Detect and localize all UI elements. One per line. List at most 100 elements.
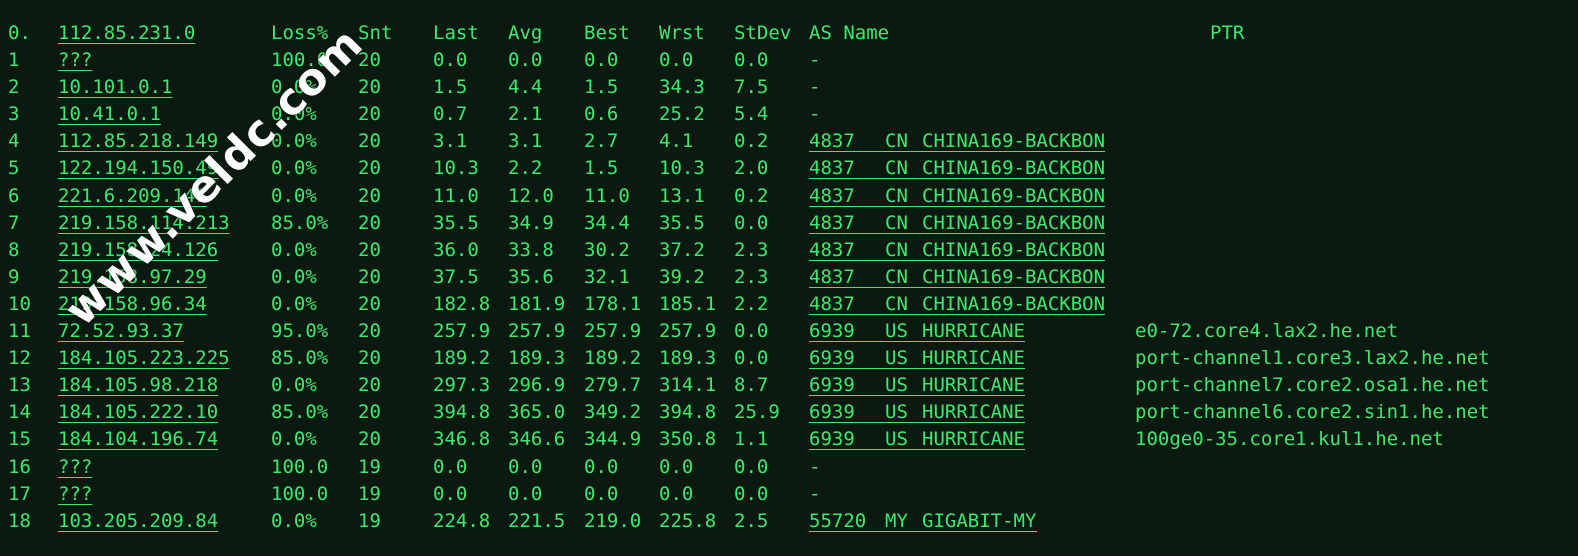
hop-host-link[interactable]: 184.104.196.74 xyxy=(58,426,218,453)
hop-as-link[interactable]: 6939 US HURRICANE xyxy=(809,345,1026,370)
hop-host-link[interactable]: 184.105.98.218 xyxy=(58,372,218,399)
hop-as-link[interactable]: 55720 MY GIGABIT-MY xyxy=(809,508,1037,532)
hop-as-link[interactable]: 4837 CN CHINA169-BACKBON xyxy=(809,183,1106,207)
hop-avg: 3.1 xyxy=(508,130,543,153)
hop-host-link[interactable]: 122.194.150.49 xyxy=(58,155,218,182)
hop-as-link[interactable]: 4837 CN CHINA169-BACKBON xyxy=(809,155,1106,180)
hop-wrst: 225.8 xyxy=(659,509,717,532)
hop-last: 297.3 xyxy=(433,374,491,397)
hop-wrst: 4.1 xyxy=(659,130,694,153)
hop-wrst: 35.5 xyxy=(659,211,705,234)
hop-host-link[interactable]: 10.41.0.1 xyxy=(58,101,161,128)
hop-stdev: 0.0 xyxy=(734,455,769,478)
hop-last: 0.7 xyxy=(433,103,468,126)
hop-ptr: port-channel7.core2.osa1.he.net xyxy=(1135,374,1490,397)
hop-host-link[interactable]: ??? xyxy=(58,454,92,481)
hop-as-name: GIGABIT-MY xyxy=(922,509,1037,532)
hop-stdev: 1.1 xyxy=(734,428,769,451)
hop-stdev: 0.0 xyxy=(734,347,769,370)
hop-country-code: CN xyxy=(885,238,908,261)
hop-as-link[interactable]: 6939 US HURRICANE xyxy=(809,318,1026,342)
hop-asn: 6939 xyxy=(809,347,855,370)
hop-index: 4 xyxy=(8,130,20,153)
hop-host-link[interactable]: 219.158.24.126 xyxy=(58,237,218,264)
hop-as-name: HURRICANE xyxy=(922,320,1025,342)
hop-index: 9 xyxy=(8,265,20,288)
hop-row: 15 184.104.196.74 0.0% 20 346.8 346.6 344.9 350… xyxy=(0,426,1578,453)
hop-host-link[interactable]: ??? xyxy=(58,481,92,508)
hop-last: 35.5 xyxy=(433,211,479,234)
hop-as-link[interactable]: 4837 CN CHINA169-BACKBON xyxy=(809,210,1106,234)
hop-last: 3.1 xyxy=(433,130,468,153)
hop-wrst: 25.2 xyxy=(659,103,705,126)
hop-wrst: 10.3 xyxy=(659,157,705,180)
hop-as-name: CHINA169-BACKBON xyxy=(922,292,1106,315)
hop-snt: 20 xyxy=(358,184,381,207)
hop-country-code: US xyxy=(885,347,908,370)
hop-last: 11.0 xyxy=(433,184,479,207)
hop-best: 30.2 xyxy=(584,238,630,261)
hop-host-link[interactable]: 103.205.209.84 xyxy=(58,508,218,535)
hop-asn: - xyxy=(809,76,821,99)
hop-host-link[interactable]: 10.101.0.1 xyxy=(58,74,172,101)
hop-snt: 20 xyxy=(358,347,381,370)
hop-host-link[interactable]: 184.105.223.225 xyxy=(58,345,230,372)
header-last: Last xyxy=(433,22,479,44)
hop-host-link[interactable]: 219.158.114.213 xyxy=(58,210,230,237)
hop-best: 1.5 xyxy=(584,157,619,180)
hop-stdev: 2.3 xyxy=(734,265,769,288)
hop-best: 0.0 xyxy=(584,49,619,71)
hop-row: 4 112.85.218.149 0.0% 20 3.1 3.1 2.7 4.1 0.2 4837… xyxy=(0,128,1578,155)
hop-stdev: 5.4 xyxy=(734,103,769,126)
source-host-link[interactable]: 112.85.231.0 xyxy=(58,20,195,47)
hop-loss: 0.0% xyxy=(271,292,317,315)
hop-ptr: port-channel1.core3.lax2.he.net xyxy=(1135,347,1490,370)
hop-avg: 221.5 xyxy=(508,509,566,532)
hop-asn: - xyxy=(809,482,821,505)
hop-asn: 55720 xyxy=(809,509,867,532)
hop-loss: 0.0% xyxy=(271,184,317,207)
hop-country-code: CN xyxy=(885,292,908,315)
hop-avg: 35.6 xyxy=(508,265,554,288)
hop-as-link[interactable]: 4837 CN CHINA169-BACKBON xyxy=(809,237,1106,261)
hop-loss: 0.0% xyxy=(271,130,317,153)
hop-loss: 0.0% xyxy=(271,374,317,397)
hop-as-link[interactable]: 6939 US HURRICANE xyxy=(809,426,1026,451)
header-row: 0. 112.85.231.0 Loss% Snt Last Avg Best … xyxy=(0,20,1578,47)
hop-row: 1??? 100.0 20 0.0 0.0 0.0 0.0 0.0 - xyxy=(0,47,1578,74)
hop-as-link[interactable]: 6939 US HURRICANE xyxy=(809,372,1026,397)
hop-snt: 19 xyxy=(358,455,381,478)
header-index: 0. xyxy=(8,22,31,44)
hop-last: 0.0 xyxy=(433,49,468,71)
hop-snt: 20 xyxy=(358,238,381,261)
hop-stdev: 2.5 xyxy=(734,509,769,532)
hop-host-link[interactable]: 72.52.93.37 xyxy=(58,318,184,345)
hop-host-link[interactable]: 219.158.97.29 xyxy=(58,264,207,291)
hop-host-link[interactable]: 221.6.209.141 xyxy=(58,183,207,210)
hop-last: 0.0 xyxy=(433,455,468,478)
hop-best: 0.6 xyxy=(584,103,619,126)
hop-host-link[interactable]: ??? xyxy=(58,47,92,74)
hop-as-link[interactable]: 4837 CN CHINA169-BACKBON xyxy=(809,291,1106,315)
hop-wrst: 185.1 xyxy=(659,292,717,315)
hop-last: 189.2 xyxy=(433,347,491,370)
hop-as-link[interactable]: 4837 CN CHINA169-BACKBON xyxy=(809,128,1106,153)
hop-wrst: 39.2 xyxy=(659,265,705,288)
hop-host-link[interactable]: 219.158.96.34 xyxy=(58,291,207,318)
hop-as-link[interactable]: 6939 US HURRICANE xyxy=(809,399,1026,424)
hop-best: 257.9 xyxy=(584,320,642,342)
hop-host-link[interactable]: 112.85.218.149 xyxy=(58,128,218,155)
hop-avg: 296.9 xyxy=(508,374,566,397)
hop-loss: 85.0% xyxy=(271,401,329,424)
hop-stdev: 0.0 xyxy=(734,211,769,234)
hop-as-name: HURRICANE xyxy=(922,401,1025,424)
hop-avg: 2.1 xyxy=(508,103,543,126)
hop-host-link[interactable]: 184.105.222.10 xyxy=(58,399,218,426)
hop-as-name: HURRICANE xyxy=(922,374,1025,397)
hop-avg: 365.0 xyxy=(508,401,566,424)
hop-avg: 0.0 xyxy=(508,455,543,478)
hop-wrst: 394.8 xyxy=(659,401,717,424)
hop-stdev: 25.9 xyxy=(734,401,780,424)
hop-loss: 0.0% xyxy=(271,265,317,288)
hop-as-link[interactable]: 4837 CN CHINA169-BACKBON xyxy=(809,264,1106,288)
